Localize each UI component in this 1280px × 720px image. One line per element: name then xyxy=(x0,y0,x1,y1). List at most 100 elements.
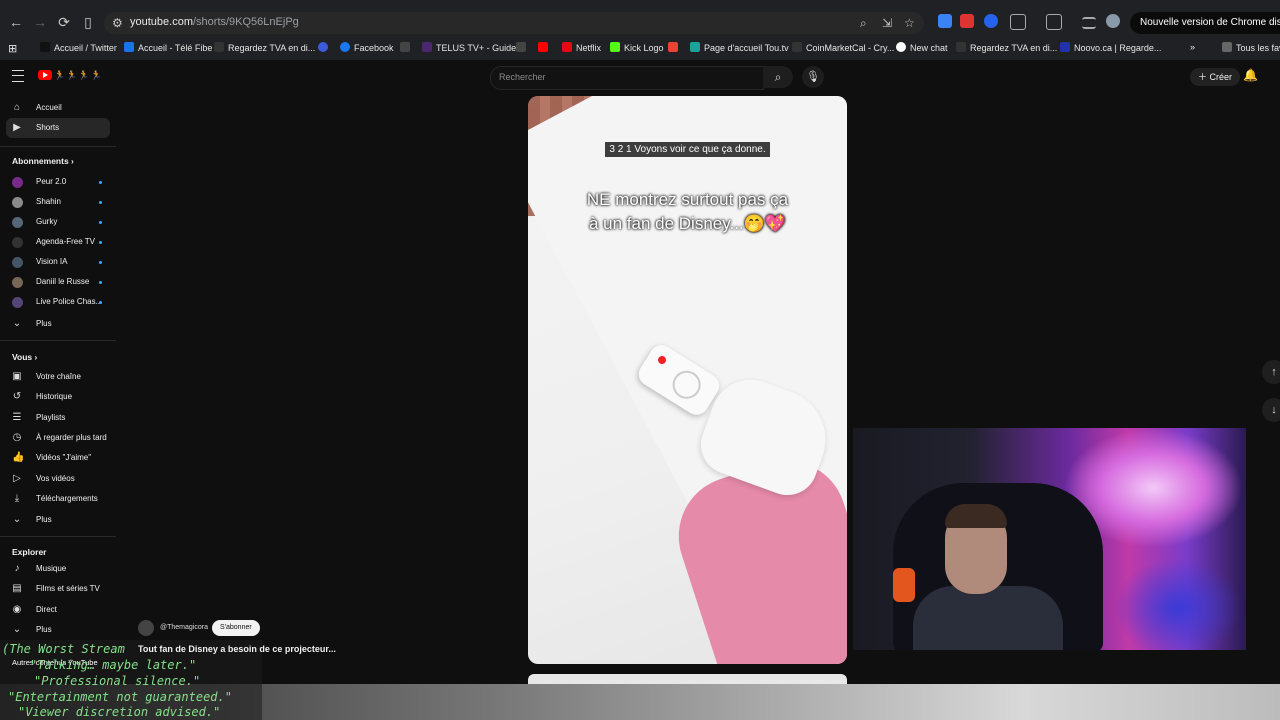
sidebar-item-your-videos[interactable]: ▷ Vos vidéos xyxy=(6,469,110,489)
bookmark-icon-only[interactable] xyxy=(516,42,530,53)
youtube-logo-icon[interactable] xyxy=(38,70,52,80)
create-button[interactable]: ＋ Créer xyxy=(1190,68,1241,86)
sidebar-item-subscription[interactable]: Gurky xyxy=(6,212,110,232)
bookmark-label: Accueil - Télé Fibe xyxy=(138,43,213,53)
sidebar-item-music[interactable]: ♪ Musique xyxy=(6,559,110,579)
url-text: youtube.com/shorts/9KQ56LnEjPg xyxy=(130,16,299,28)
bookmark-icon-only[interactable] xyxy=(668,42,682,53)
next-short-button[interactable]: ↓ xyxy=(1262,398,1280,422)
sidebar-item-more[interactable]: ⌄ Plus xyxy=(6,314,110,334)
remote-red-button xyxy=(656,354,668,366)
site-info-icon[interactable]: ⚙ xyxy=(112,16,123,30)
channel-avatar[interactable] xyxy=(138,620,154,636)
bookmark-item[interactable]: Kick Logo xyxy=(610,42,664,53)
split-view-icon[interactable] xyxy=(1046,14,1062,30)
back-arrow-icon[interactable]: ← xyxy=(8,14,24,30)
sidebar-item-your-channel[interactable]: ▣ Votre chaîne xyxy=(6,367,110,387)
extension-icon[interactable] xyxy=(960,14,974,28)
new-content-dot xyxy=(99,201,102,204)
menu-icon[interactable] xyxy=(12,70,24,82)
bookmark-item[interactable]: Facebook xyxy=(340,42,394,53)
section-subscriptions[interactable]: Abonnements › xyxy=(12,156,74,166)
new-content-dot xyxy=(99,241,102,244)
sidebar-item-subscription[interactable]: Shahin xyxy=(6,192,110,212)
bookmark-label: Tous les favo xyxy=(1236,43,1280,53)
section-title: Explorer xyxy=(12,547,47,557)
sidebar-toggle-icon[interactable]: ▯ xyxy=(80,14,96,30)
bookmark-item[interactable]: CoinMarketCal - Cry... xyxy=(792,42,894,53)
short-title[interactable]: Tout fan de Disney a besoin de ce projec… xyxy=(138,644,336,654)
sidebar-item-subscription[interactable]: Vision IA xyxy=(6,252,110,272)
microphone-icon[interactable]: 🎙 xyxy=(802,66,824,88)
chevron-right-icon: › xyxy=(34,352,38,362)
zoom-icon[interactable]: ⌕ xyxy=(860,16,867,31)
bookmark-label: Accueil / Twitter xyxy=(54,43,117,53)
bookmark-item[interactable]: TELUS TV+ - Guide xyxy=(422,42,516,53)
sidebar-item-subscription[interactable]: Daniil le Russe xyxy=(6,272,110,292)
overlay-text-line: "Talking… maybe later." xyxy=(30,658,197,672)
bookmarks-bar: ⊞ Accueil / Twitter Accueil - Télé Fibe … xyxy=(0,38,1280,60)
sidebar-item-label: À regarder plus tard xyxy=(36,433,107,442)
subscribe-button[interactable]: S'abonner xyxy=(212,620,260,636)
extension-icon[interactable] xyxy=(938,14,952,28)
profile-avatar[interactable] xyxy=(1106,14,1120,28)
star-icon[interactable]: ☆ xyxy=(904,16,915,30)
youtube-bookmark-icon[interactable] xyxy=(538,42,552,53)
bookmark-item[interactable]: New chat xyxy=(896,42,948,53)
video-caption-small: 3 2 1 Voyons voir ce que ça donne. xyxy=(528,142,847,157)
section-you[interactable]: Vous › xyxy=(12,352,37,362)
bookmark-item[interactable]: Netflix xyxy=(562,42,601,53)
bookmark-item[interactable]: Accueil / Twitter xyxy=(40,42,117,53)
playlist-icon: ☰ xyxy=(12,412,22,423)
search-input[interactable]: Rechercher xyxy=(490,66,764,90)
bookmark-item[interactable]: Accueil - Télé Fibe xyxy=(124,42,212,53)
bell-icon[interactable]: 🔔 xyxy=(1243,68,1258,82)
sidebar-item-live[interactable]: ◉ Direct xyxy=(6,600,110,620)
history-icon: ↺ xyxy=(12,391,22,402)
chrome-update-button[interactable]: Nouvelle version de Chrome disponible xyxy=(1130,12,1280,34)
reading-list-icon[interactable] xyxy=(1082,17,1096,29)
sidebar-item-films[interactable]: ▤ Films et séries TV xyxy=(6,579,110,599)
channel-avatar xyxy=(12,217,23,228)
short-video-player[interactable]: 3 2 1 Voyons voir ce que ça donne. NE mo… xyxy=(528,96,847,664)
puzzle-icon[interactable] xyxy=(1010,14,1026,30)
address-bar[interactable]: ⚙ youtube.com/shorts/9KQ56LnEjPg ⌕ ⇲ ☆ xyxy=(104,12,924,34)
sidebar-item-shorts[interactable]: ▶ Shorts xyxy=(6,118,110,138)
bookmark-icon-only[interactable] xyxy=(400,42,414,53)
sidebar-item-home[interactable]: ⌂ Accueil xyxy=(6,98,110,118)
apps-grid-icon[interactable]: ⊞ xyxy=(8,42,17,55)
search-icon[interactable]: ⌕ xyxy=(763,66,793,88)
extension-icon[interactable] xyxy=(984,14,998,28)
sidebar-item-downloads[interactable]: ⤓ Téléchargements xyxy=(6,489,110,509)
bookmark-icon-only[interactable] xyxy=(318,42,332,53)
sidebar-item-liked-videos[interactable]: 👍 Vidéos "J'aime" xyxy=(6,448,110,468)
sidebar-item-playlists[interactable]: ☰ Playlists xyxy=(6,408,110,428)
bookmark-label: Regardez TVA en di... xyxy=(970,43,1058,53)
youtube-header: 🏃🏃🏃🏃 Rechercher ⌕ 🎙 ＋ Créer 🔔 xyxy=(0,62,1280,92)
sidebar-item-watch-later[interactable]: ◷ À regarder plus tard xyxy=(6,428,110,448)
caption-line: NE montrez surtout pas ça xyxy=(586,190,789,209)
sidebar-item-subscription[interactable]: Live Police Chas... xyxy=(6,292,110,312)
sidebar-item-subscription[interactable]: Agenda-Free TV xyxy=(6,232,110,252)
previous-short-button[interactable]: ↑ xyxy=(1262,360,1280,384)
bookmark-item[interactable]: Noovo.ca | Regarde... xyxy=(1060,42,1161,53)
sidebar-item-label: Direct xyxy=(36,605,57,614)
more-bookmarks-icon[interactable]: » xyxy=(1190,42,1195,52)
install-icon[interactable]: ⇲ xyxy=(882,16,892,30)
channel-handle[interactable]: @Themagicora xyxy=(160,624,208,631)
reload-icon[interactable]: ⟳ xyxy=(56,14,72,30)
bookmark-item[interactable]: Page d'accueil Tou.tv xyxy=(690,42,789,53)
sidebar-item-more[interactable]: ⌄ Plus xyxy=(6,510,110,530)
bookmark-item[interactable]: Regardez TVA en di... xyxy=(214,42,315,53)
sidebar-item-history[interactable]: ↺ Historique xyxy=(6,387,110,407)
sidebar-item-subscription[interactable]: Peur 2.0 xyxy=(6,172,110,192)
webcam-person-hair xyxy=(945,504,1007,528)
bookmark-item[interactable]: Tous les favo xyxy=(1222,42,1280,53)
chevron-down-icon: ⌄ xyxy=(12,318,22,329)
home-icon: ⌂ xyxy=(13,102,21,113)
bookmark-item[interactable]: Regardez TVA en di... xyxy=(956,42,1057,53)
sidebar-item-more[interactable]: ⌄ Plus xyxy=(6,620,110,640)
next-short-preview[interactable] xyxy=(528,674,847,684)
forward-arrow-icon[interactable]: → xyxy=(32,14,48,30)
bookmark-label: TELUS TV+ - Guide xyxy=(436,43,517,53)
